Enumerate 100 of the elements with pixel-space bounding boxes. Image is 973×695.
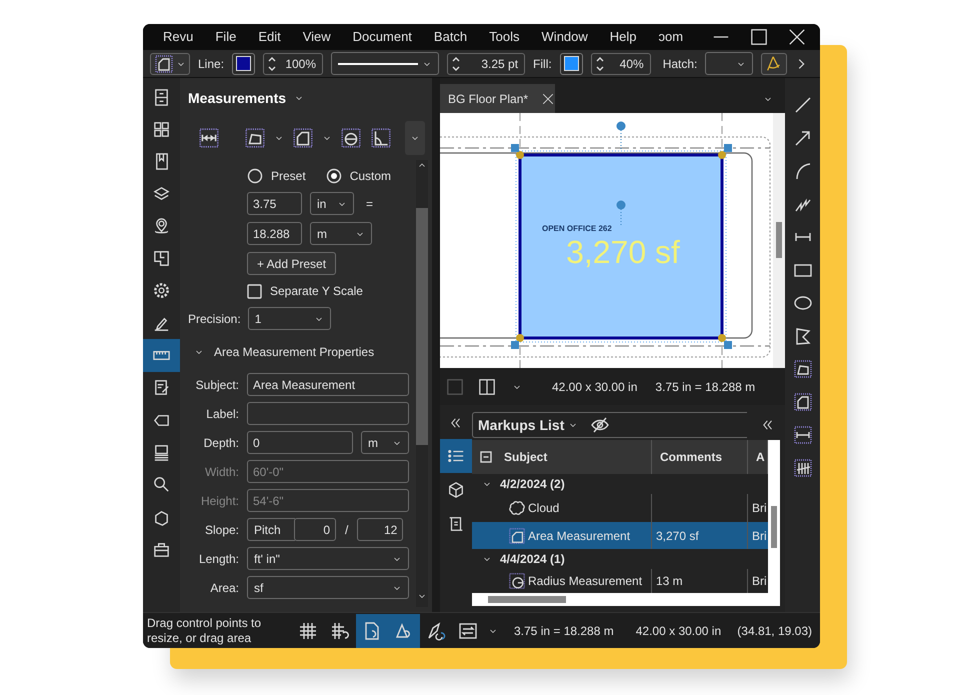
- snap-content-button[interactable]: [356, 614, 388, 648]
- area-icon: [508, 526, 526, 544]
- menu-item[interactable]: Revu: [163, 27, 194, 47]
- maximize-icon[interactable]: [750, 28, 768, 46]
- scrollbar-thumb[interactable]: [771, 506, 777, 548]
- markup-row[interactable]: Area Measurement: [472, 522, 652, 549]
- length-measure-icon[interactable]: [792, 425, 812, 445]
- list-icon: [447, 447, 465, 465]
- field-label: Width:: [204, 464, 239, 480]
- collapse-all-icon[interactable]: [480, 451, 492, 463]
- close-icon[interactable]: [542, 92, 554, 104]
- menu-item[interactable]: Window: [542, 27, 588, 47]
- grid-icon: [152, 120, 171, 139]
- precision-dropdown[interactable]: 1: [248, 307, 331, 330]
- angle-measure-icon[interactable]: [370, 127, 392, 149]
- stack-icon: [152, 442, 171, 462]
- text-field[interactable]: Area Measurement: [247, 373, 409, 396]
- status-hint: Drag control points to resize, or drag area: [147, 616, 262, 645]
- radio-label: Custom: [350, 168, 392, 185]
- number-field[interactable]: 0: [294, 518, 336, 541]
- list-tab[interactable]: [440, 439, 472, 473]
- line-color-button[interactable]: [232, 52, 256, 74]
- area-shape-icon: [154, 54, 174, 74]
- menu-item[interactable]: Document: [352, 27, 412, 47]
- count-measure-icon[interactable]: [792, 458, 812, 478]
- field-label: Depth:: [202, 434, 239, 452]
- unit-dropdown[interactable]: m: [361, 431, 409, 454]
- radio-button[interactable]: [326, 168, 342, 184]
- line-label: Line:: [198, 56, 224, 72]
- scale-text: 3.75 in = 18.288 m: [655, 378, 756, 396]
- column-header[interactable]: A: [748, 440, 768, 474]
- text-field[interactable]: [247, 402, 409, 425]
- fill-opacity-field[interactable]: 40%: [590, 52, 651, 74]
- menu-item[interactable]: Batch: [434, 27, 468, 47]
- swap-icon[interactable]: [458, 620, 478, 640]
- select-dropdown[interactable]: ft' in": [247, 547, 409, 570]
- checkbox-label: Separate Y Scale: [270, 283, 363, 300]
- floor-plan-icon: [152, 249, 171, 268]
- radius-icon: [508, 572, 526, 590]
- coordinates-text: (34.81, 19.03): [737, 622, 812, 640]
- scrollbar-thumb[interactable]: [776, 222, 782, 258]
- table-cell: Bri: [748, 522, 768, 549]
- separator: /: [345, 522, 348, 538]
- field-label: Slope:: [204, 522, 239, 538]
- line-sample-icon: [338, 60, 418, 66]
- area-measure-icon[interactable]: [292, 127, 314, 149]
- area-measure-icon[interactable]: [792, 392, 812, 412]
- add-preset-button[interactable]: + Add Preset: [247, 252, 336, 275]
- room-label: OPEN OFFICE 262: [542, 224, 612, 233]
- shape-tool-button[interactable]: [150, 52, 190, 74]
- menu-item[interactable]: View: [302, 27, 331, 47]
- area-markup[interactable]: [511, 122, 732, 349]
- line-width-field[interactable]: 3.25 pt: [447, 52, 526, 74]
- fill-color-button[interactable]: [560, 52, 583, 74]
- unit-dropdown[interactable]: m: [310, 222, 372, 245]
- checkbox[interactable]: [247, 284, 262, 298]
- scale-value-field[interactable]: 3.75: [247, 192, 302, 215]
- close-icon[interactable]: [788, 28, 806, 46]
- line-style-dropdown[interactable]: [331, 52, 440, 75]
- column-header[interactable]: Subject: [472, 440, 652, 474]
- ruler-button[interactable]: [143, 339, 180, 372]
- table-cell: 3,270 sf: [652, 522, 748, 549]
- line-opacity-field[interactable]: 100%: [263, 52, 324, 74]
- number-field[interactable]: 12: [357, 518, 404, 541]
- subject-text: Cloud: [528, 500, 560, 517]
- snap-markup-button[interactable]: [388, 614, 420, 648]
- diameter-measure-icon[interactable]: [340, 127, 362, 149]
- select-dropdown[interactable]: sf: [247, 576, 409, 599]
- document-tab[interactable]: BG Floor Plan*: [440, 84, 555, 113]
- menu-item[interactable]: File: [215, 27, 236, 47]
- scrollbar-thumb[interactable]: [416, 208, 428, 445]
- radio-button[interactable]: [247, 168, 263, 184]
- column-header[interactable]: Comments: [652, 440, 748, 474]
- slope-type-field[interactable]: Pitch: [247, 518, 295, 541]
- script-icon: [447, 515, 465, 533]
- cube-icon: [447, 481, 465, 499]
- location-pin-icon: [152, 216, 171, 236]
- calibrate-button[interactable]: [761, 52, 788, 74]
- menu-item[interactable]: Edit: [258, 27, 281, 47]
- field-label: Label:: [205, 406, 239, 422]
- menu-item[interactable]: ɔom: [658, 27, 684, 47]
- scale-value-field[interactable]: 18.288: [247, 222, 302, 245]
- cloud-icon: [508, 499, 526, 517]
- scrollbar-thumb[interactable]: [488, 596, 566, 603]
- markups-list-dropdown[interactable]: Markups List: [478, 414, 578, 436]
- menu-item[interactable]: Tools: [489, 27, 520, 47]
- unit-dropdown[interactable]: in: [310, 192, 354, 215]
- eye-slash-icon[interactable]: [590, 417, 610, 433]
- collapse-icon[interactable]: [761, 418, 775, 432]
- fill-label: Fill:: [533, 56, 552, 72]
- number-field[interactable]: 0: [247, 431, 353, 454]
- pen-snap-icon: [426, 620, 446, 640]
- two-page-icon[interactable]: [478, 378, 496, 396]
- collapse-icon[interactable]: [449, 416, 463, 430]
- file-cabinet-icon: [152, 88, 171, 107]
- polylength-measure-icon[interactable]: [244, 127, 266, 149]
- snap-grid-icon: [330, 620, 350, 640]
- polylength-measure-icon[interactable]: [792, 359, 812, 379]
- menu-item[interactable]: Help: [610, 27, 637, 47]
- length-measure-icon[interactable]: [198, 127, 220, 149]
